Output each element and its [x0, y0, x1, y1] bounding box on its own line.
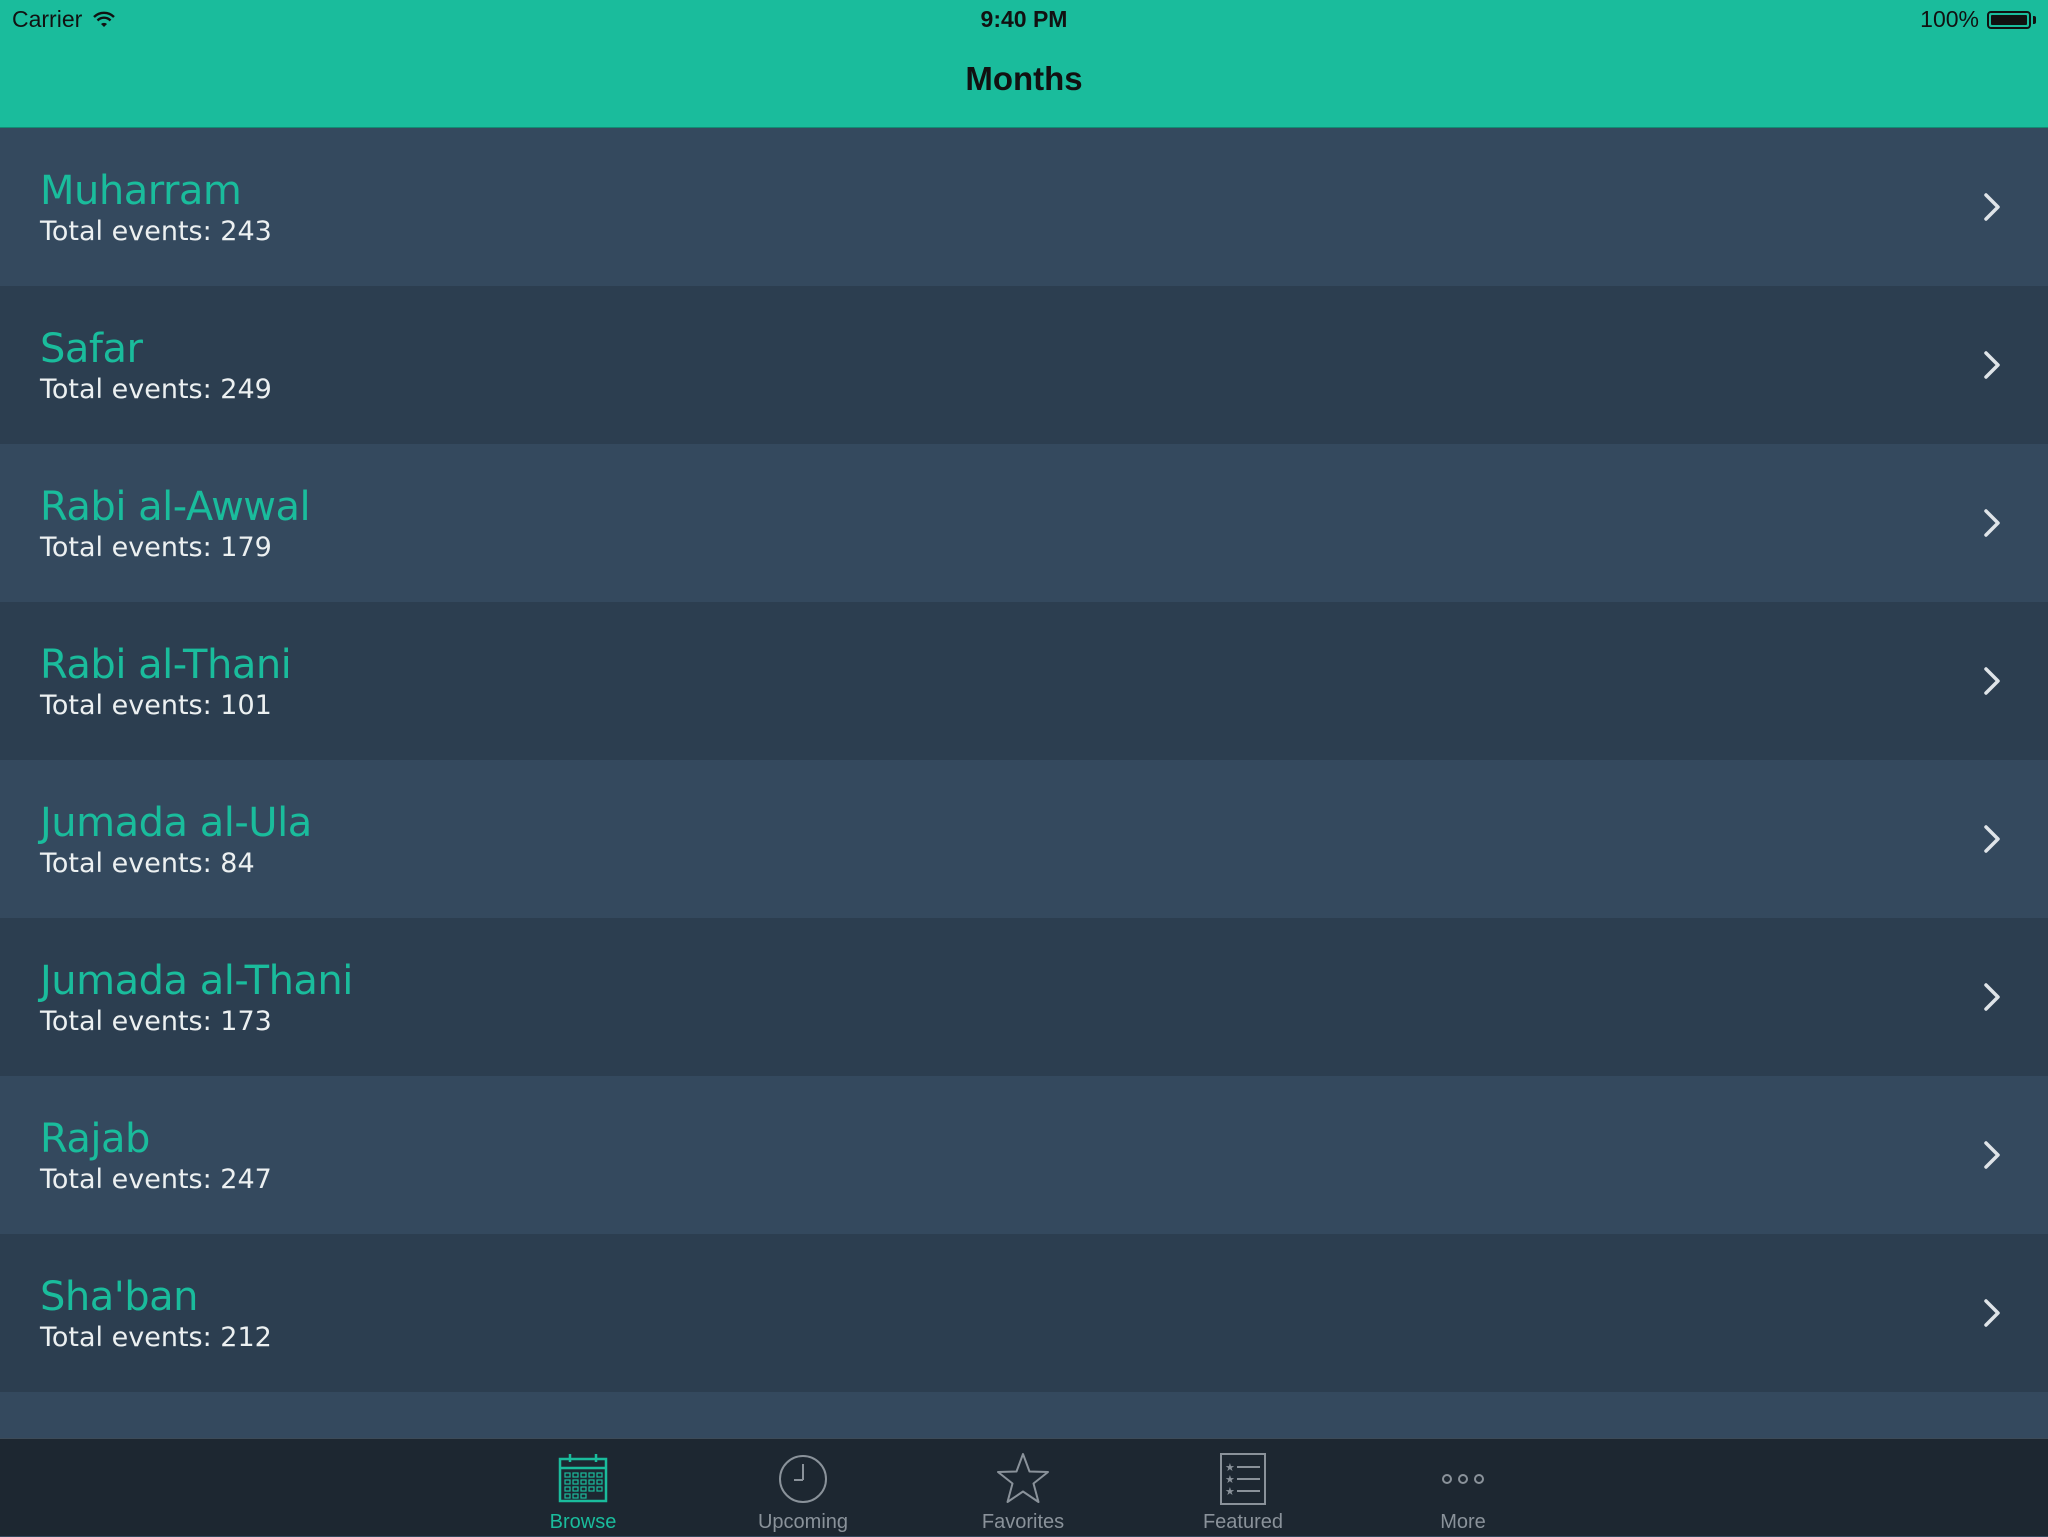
tab-label: More [1440, 1511, 1486, 1533]
months-list[interactable]: Muharram Total events: 243 Safar Total e… [0, 128, 2048, 1438]
month-name: Sha'ban [40, 1274, 199, 1320]
list-item-month[interactable]: Rabi al-Awwal Total events: 179 [0, 444, 2048, 602]
tab-favorites[interactable]: Favorites [943, 1439, 1103, 1537]
list-item-month[interactable]: Safar Total events: 249 [0, 286, 2048, 444]
list-item-month[interactable]: Rajab Total events: 247 [0, 1076, 2048, 1234]
tab-featured[interactable]: ★ ★ ★ Featured [1163, 1439, 1323, 1537]
list-item-month[interactable]: Jumada al-Thani Total events: 173 [0, 918, 2048, 1076]
clock-icon [779, 1455, 827, 1503]
list-item-month[interactable]: Rabi al-Thani Total events: 101 [0, 602, 2048, 760]
chevron-right-icon [1984, 983, 2000, 1011]
status-bar: Carrier 9:40 PM 100% [0, 0, 2048, 40]
month-event-count: Total events: 249 [40, 374, 272, 405]
month-name: Rabi al-Thani [40, 642, 292, 688]
list-item-month[interactable]: Sha'ban Total events: 212 [0, 1234, 2048, 1392]
navigation-bar: Months [0, 40, 2048, 128]
chevron-right-icon [1984, 351, 2000, 379]
tab-upcoming[interactable]: Upcoming [723, 1439, 883, 1537]
month-name: Jumada al-Thani [40, 958, 353, 1004]
chevron-right-icon [1984, 1299, 2000, 1327]
month-event-count: Total events: 247 [40, 1164, 272, 1195]
month-name: Jumada al-Ula [40, 800, 312, 846]
month-event-count: Total events: 84 [40, 848, 255, 879]
svg-text:★: ★ [1225, 1485, 1235, 1498]
list-item-month-partial[interactable] [0, 1392, 2048, 1438]
tab-label: Featured [1202, 1511, 1284, 1533]
month-event-count: Total events: 243 [40, 216, 272, 247]
tab-browse[interactable]: Browse [503, 1439, 663, 1537]
month-name: Muharram [40, 168, 242, 214]
list-item-month[interactable]: Jumada al-Ula Total events: 84 [0, 760, 2048, 918]
list-icon: ★ ★ ★ [1220, 1453, 1266, 1505]
month-name: Rabi al-Awwal [40, 484, 311, 530]
chevron-right-icon [1984, 509, 2000, 537]
battery-fill [1991, 14, 2027, 25]
chevron-right-icon [1984, 667, 2000, 695]
tab-label: Browse [549, 1511, 617, 1533]
star-icon [997, 1453, 1049, 1503]
page-title: Months [965, 60, 1083, 97]
battery-indicator: 100% [1920, 6, 2036, 33]
battery-tip [2033, 15, 2036, 24]
tab-bar: Browse Upcoming Favorites ★ ★ ★ Featured [0, 1438, 2048, 1536]
month-event-count: Total events: 173 [40, 1006, 272, 1037]
month-event-count: Total events: 179 [40, 532, 272, 563]
battery-icon [1987, 10, 2031, 29]
month-event-count: Total events: 212 [40, 1322, 272, 1353]
chevron-right-icon [1984, 825, 2000, 853]
month-name: Rajab [40, 1116, 150, 1162]
chevron-right-icon [1984, 1141, 2000, 1169]
tab-more[interactable]: More [1383, 1439, 1543, 1537]
month-name: Safar [40, 326, 143, 372]
month-event-count: Total events: 101 [40, 690, 272, 721]
more-icon [1442, 1474, 1484, 1484]
battery-percent: 100% [1920, 6, 1979, 32]
tab-label: Favorites [981, 1511, 1065, 1533]
list-item-month[interactable]: Muharram Total events: 243 [0, 128, 2048, 286]
calendar-icon [558, 1454, 608, 1503]
chevron-right-icon [1984, 193, 2000, 221]
status-time: 9:40 PM [980, 6, 1068, 32]
tab-label: Upcoming [757, 1511, 849, 1533]
